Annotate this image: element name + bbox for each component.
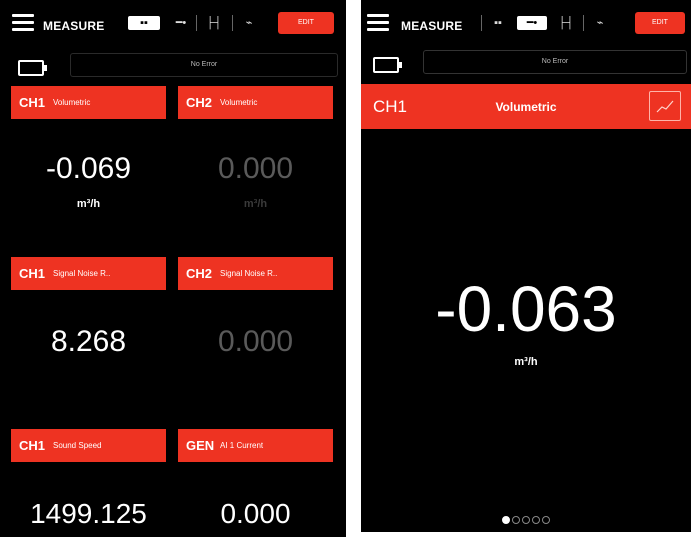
measure-screen-grid: MEASURE ▪▪ ━• ├┤ ⌁ EDIT No Error CH1 Vol… (0, 0, 346, 537)
tile-channel: CH1 (19, 95, 46, 110)
divider (232, 15, 233, 31)
big-value: -0.063 (435, 273, 617, 345)
tile-header-ch1-volumetric[interactable]: CH1 Volumetric (11, 86, 166, 119)
single-view-icon[interactable]: ━• (172, 16, 190, 30)
battery-icon (18, 60, 47, 76)
tile-measure-name: Volumetric (220, 98, 258, 107)
big-tile-header[interactable]: CH1 Volumetric (361, 84, 691, 129)
page-indicator[interactable] (361, 516, 691, 524)
top-bar: MEASURE ▪▪ ━• ├┤ ⌁ EDIT (0, 0, 346, 50)
page-dot[interactable] (532, 516, 540, 524)
divider (481, 15, 482, 31)
measure-screen-single: MEASURE ▪▪ ━• ├┤ ⌁ EDIT No Error CH1 Vol… (361, 0, 691, 532)
tile-measure-name: Signal Noise R.. (220, 269, 278, 278)
grid-view-icon[interactable]: ▪▪ (491, 16, 505, 30)
tile-header-gen-ai1-current[interactable]: GEN AI 1 Current (178, 429, 333, 462)
page-dot[interactable] (502, 516, 510, 524)
tile-value: 0.000 (217, 152, 294, 185)
tile-measure-name: Signal Noise R.. (53, 269, 111, 278)
battery-icon (373, 57, 402, 73)
trend-chart-icon[interactable] (649, 91, 681, 121)
single-view-icon[interactable]: ━• (517, 16, 547, 30)
tile-channel: CH1 (19, 266, 46, 281)
divider (583, 15, 584, 31)
tile-channel: GEN (186, 438, 215, 453)
big-unit: m³/h (514, 356, 538, 368)
hamburger-icon[interactable] (12, 14, 34, 32)
tile-value: 0.000 (220, 498, 291, 529)
top-bar: MEASURE ▪▪ ━• ├┤ ⌁ EDIT (361, 0, 691, 50)
tile-value: -0.069 (45, 152, 132, 185)
tile-measure-name: Volumetric (53, 98, 91, 107)
tile-measure-name: AI 1 Current (220, 441, 264, 450)
range-view-icon[interactable]: ├┤ (204, 16, 224, 30)
tile-value: 0.000 (217, 325, 294, 358)
tile-unit: m³/h (243, 198, 268, 210)
big-tile-measure-name: Volumetric (495, 100, 557, 114)
status-message: No Error (70, 53, 338, 77)
range-view-icon[interactable]: ├┤ (557, 16, 575, 30)
tile-value: 1499.125 (30, 498, 147, 529)
tile-header-ch1-signal-noise[interactable]: CH1 Signal Noise R.. (11, 257, 166, 290)
page-dot[interactable] (522, 516, 530, 524)
tile-value: 8.268 (50, 325, 127, 358)
page-title: MEASURE (43, 19, 105, 33)
hamburger-icon[interactable] (367, 14, 389, 32)
page-dot[interactable] (512, 516, 520, 524)
tile-channel: CH1 (19, 438, 46, 453)
tile-header-ch2-signal-noise[interactable]: CH2 Signal Noise R.. (178, 257, 333, 290)
trend-view-icon[interactable]: ⌁ (591, 16, 609, 30)
edit-button[interactable]: EDIT (278, 12, 334, 34)
tile-header-ch2-volumetric[interactable]: CH2 Volumetric (178, 86, 333, 119)
page-dot[interactable] (542, 516, 550, 524)
edit-button[interactable]: EDIT (635, 12, 685, 34)
tile-measure-name: Sound Speed (53, 441, 102, 450)
tile-channel: CH2 (186, 95, 213, 110)
divider (196, 15, 197, 31)
page-title: MEASURE (401, 19, 463, 33)
tile-unit: m³/h (76, 198, 101, 210)
grid-view-icon[interactable]: ▪▪ (128, 16, 160, 30)
tile-header-ch1-sound-speed[interactable]: CH1 Sound Speed (11, 429, 166, 462)
status-message: No Error (423, 50, 687, 74)
trend-view-icon[interactable]: ⌁ (240, 16, 258, 30)
tile-channel: CH2 (186, 266, 213, 281)
